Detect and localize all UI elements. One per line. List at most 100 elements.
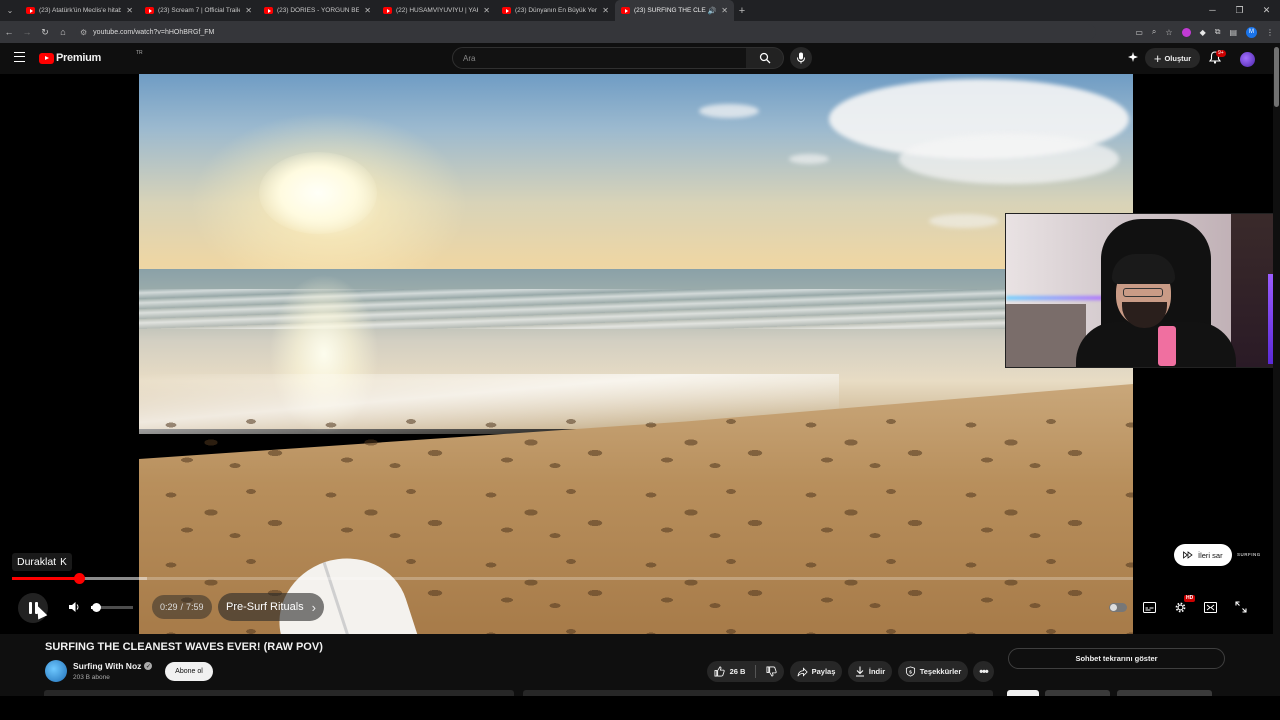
bookmark-star-icon[interactable]: ☆ <box>1165 28 1172 37</box>
autoplay-toggle[interactable] <box>1109 598 1127 616</box>
plus-icon: + <box>1153 50 1162 66</box>
youtube-favicon-icon <box>502 7 511 14</box>
youtube-favicon-icon <box>145 7 154 14</box>
site-info-icon[interactable]: ⚙ <box>80 28 87 37</box>
tab-close-icon[interactable]: ✕ <box>245 6 252 15</box>
chapter-button[interactable]: Pre-Surf Rituals › <box>218 593 324 621</box>
audio-playing-icon[interactable]: 🔊 <box>708 7 717 15</box>
profile-avatar[interactable]: M <box>1246 26 1257 38</box>
tooltip-label: Duraklat <box>17 556 57 568</box>
verified-check-icon: ✓ <box>144 662 153 670</box>
captions-icon <box>1142 601 1156 613</box>
sun <box>259 152 377 234</box>
duration: 7:59 <box>186 602 204 612</box>
browser-tab[interactable]: (23) Dünyanın En Büyük Yerah ✕ <box>496 0 615 21</box>
video-content-beach-sunrise <box>139 74 1133 634</box>
side-panel-icon[interactable]: ▤ <box>1229 28 1237 37</box>
skip-forward-button[interactable]: İleri sar <box>1174 544 1232 566</box>
channel-watermark[interactable]: SURFING <box>1237 552 1261 557</box>
download-button[interactable]: İndir <box>848 661 892 682</box>
tab-title: (23) DORİES - YORGUN BEDEN <box>277 7 360 14</box>
extension-icon[interactable] <box>1181 27 1191 37</box>
hamburger-menu-icon[interactable] <box>14 52 25 62</box>
subtitles-button[interactable] <box>1140 598 1158 616</box>
pause-icon <box>28 602 32 614</box>
video-frame[interactable] <box>139 74 1133 634</box>
browser-tab[interactable]: (23) Scream 7 | Official Trailer | ✕ <box>139 0 258 21</box>
thanks-label: Teşekkürler <box>919 667 962 676</box>
subscriber-count: 203 B abone <box>73 674 110 681</box>
mute-button[interactable] <box>64 597 84 617</box>
like-button[interactable]: 26 B <box>714 666 745 677</box>
fast-forward-icon <box>1183 551 1193 559</box>
tab-close-icon[interactable]: ✕ <box>364 6 371 15</box>
channel-name: Surfing With Noz <box>73 661 142 671</box>
tab-close-icon[interactable]: ✕ <box>483 6 490 15</box>
miniplayer-icon <box>1203 601 1217 613</box>
subscribe-button[interactable]: Abone ol <box>165 662 213 681</box>
zoom-icon[interactable]: ⌕ <box>1152 27 1156 37</box>
tab-search-chevron-icon[interactable]: ⌄ <box>0 0 20 21</box>
video-player[interactable]: Duraklat K 0:29 / 7:59 Pre-Surf Rituals … <box>0 74 1280 634</box>
page-scrollbar[interactable] <box>1273 43 1280 696</box>
youtube-premium-logo[interactable]: Premium TR <box>39 50 143 64</box>
volume-knob[interactable] <box>91 603 101 612</box>
channel-name-link[interactable]: Surfing With Noz ✓ <box>73 661 153 671</box>
cast-icon[interactable]: ▭ <box>1135 28 1143 37</box>
tab-close-icon[interactable]: ✕ <box>602 6 609 15</box>
youtube-header: Premium TR Ara + Oluştur 9+ <box>0 43 1280 74</box>
super-thanks-icon: $ <box>905 666 915 677</box>
browser-tab-active[interactable]: (23) SURFING THE CLEANE 🔊 ✕ <box>615 0 734 21</box>
chapter-title: Pre-Surf Rituals <box>226 601 304 613</box>
tooltip-shortcut: K <box>60 556 67 568</box>
volume-icon <box>68 602 78 612</box>
voice-search-button[interactable] <box>790 47 812 69</box>
minimize-icon[interactable]: ─ <box>1199 0 1226 21</box>
progress-bar[interactable] <box>12 573 1133 584</box>
home-icon[interactable]: ⌂ <box>54 27 72 37</box>
new-tab-plus-icon[interactable]: + <box>734 5 750 17</box>
url-bar[interactable]: ⚙ youtube.com/watch?v=hHOhBRGf_FM <box>76 24 1096 40</box>
create-label: Oluştur <box>1164 53 1192 63</box>
share-arrow-icon <box>797 666 808 677</box>
more-actions-button[interactable]: ••• <box>973 661 994 682</box>
extension-diamond-icon[interactable]: ◆ <box>1200 28 1206 37</box>
more-menu-icon[interactable]: ⋮ <box>1266 28 1274 37</box>
show-chat-replay-button[interactable]: Sohbet tekrarını göster <box>1008 648 1225 669</box>
youtube-favicon-icon <box>383 7 392 14</box>
thanks-button[interactable]: $ Teşekkürler <box>898 661 968 682</box>
channel-avatar[interactable] <box>45 660 67 682</box>
browser-tab[interactable]: (23) Atatürk'ün Meclis'e hitabı ✕ <box>20 0 139 21</box>
reload-icon[interactable]: ↻ <box>36 27 54 38</box>
browser-toolbar: ← → ↻ ⌂ ⚙ youtube.com/watch?v=hHOhBRGf_F… <box>0 21 1280 43</box>
scrollbar-thumb[interactable] <box>1274 47 1279 107</box>
fullscreen-button[interactable] <box>1232 598 1250 616</box>
toggle-icon <box>1109 602 1127 612</box>
forward-arrow-icon[interactable]: → <box>18 27 36 37</box>
download-icon <box>855 666 864 677</box>
account-avatar[interactable] <box>1240 52 1255 67</box>
tab-title: (23) SURFING THE CLEANE <box>634 7 706 14</box>
dislike-button[interactable] <box>766 666 778 677</box>
volume-slider[interactable] <box>91 603 133 612</box>
share-button[interactable]: Paylaş <box>790 661 842 682</box>
search-button[interactable] <box>746 47 784 69</box>
search-input[interactable]: Ara <box>452 47 747 69</box>
back-arrow-icon[interactable]: ← <box>0 27 18 37</box>
video-title: SURFING THE CLEANEST WAVES EVER! (RAW PO… <box>45 641 323 653</box>
tab-close-icon[interactable]: ✕ <box>126 6 133 15</box>
browser-tab[interactable]: (23) DORİES - YORGUN BEDEN ✕ <box>258 0 377 21</box>
pause-tooltip: Duraklat K <box>12 553 72 571</box>
extensions-puzzle-icon[interactable]: ⧉ <box>1215 27 1221 37</box>
ai-sparkle-icon[interactable] <box>1127 51 1139 63</box>
create-button[interactable]: + Oluştur <box>1145 48 1200 68</box>
close-window-icon[interactable]: ✕ <box>1253 0 1280 21</box>
miniplayer-button[interactable] <box>1201 598 1219 616</box>
window-controls: ─ ❐ ✕ <box>1199 0 1280 21</box>
tab-close-icon[interactable]: ✕ <box>721 6 728 15</box>
progress-scrubber[interactable] <box>74 573 86 584</box>
like-dislike-group: 26 B <box>707 661 784 682</box>
restore-icon[interactable]: ❐ <box>1226 0 1253 21</box>
browser-tab[interactable]: (22) HUSAMVİYUVİYU | YAKIŞI ✕ <box>377 0 496 21</box>
youtube-logo-icon <box>39 52 54 64</box>
